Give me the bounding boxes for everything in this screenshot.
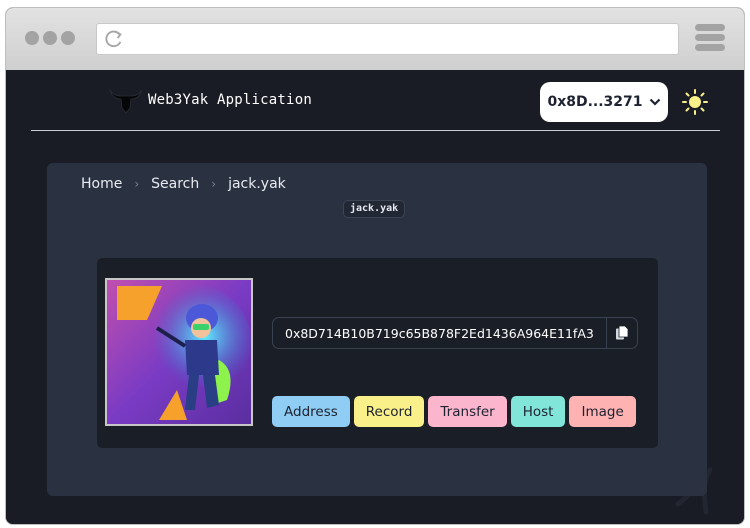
breadcrumb-search[interactable]: Search	[151, 176, 199, 192]
avatar	[105, 278, 253, 426]
browser-toolbar	[6, 8, 744, 70]
tab-image[interactable]: Image	[569, 396, 636, 427]
record-tabs: Address Record Transfer Host Image	[272, 396, 636, 427]
profile-panel: Address Record Transfer Host Image	[97, 258, 658, 448]
domain-card: Home › Search › jack.yak jack.yak 0x8D71…	[47, 163, 707, 496]
window-dot[interactable]	[25, 31, 39, 45]
app-page: Web3Yak Application 0x8D...3271 Home › S…	[6, 70, 744, 524]
domain-name-badge: jack.yak	[343, 200, 406, 218]
avatar-image	[107, 280, 251, 424]
window-dot[interactable]	[61, 31, 75, 45]
app-title: Web3Yak Application	[148, 92, 312, 108]
breadcrumb-separator: ›	[134, 177, 140, 191]
tab-record[interactable]: Record	[353, 396, 425, 427]
breadcrumb-current: jack.yak	[228, 176, 286, 192]
reload-icon[interactable]	[103, 28, 125, 50]
app-header: Web3Yak Application 0x8D...3271	[31, 70, 720, 131]
wallet-address-label: 0x8D...3271	[547, 94, 643, 110]
tab-host[interactable]: Host	[510, 396, 566, 427]
address-field[interactable]	[273, 318, 606, 348]
yak-watermark-icon	[675, 467, 713, 515]
browser-window: Web3Yak Application 0x8D...3271 Home › S…	[5, 7, 745, 525]
breadcrumb-home[interactable]: Home	[81, 176, 122, 192]
breadcrumb: Home › Search › jack.yak	[81, 176, 286, 192]
chevron-down-icon	[649, 98, 660, 106]
copy-icon	[616, 325, 629, 340]
hamburger-menu-icon[interactable]	[695, 24, 725, 54]
wallet-account-button[interactable]: 0x8D...3271	[540, 82, 668, 122]
sun-icon[interactable]	[682, 89, 708, 115]
tab-transfer[interactable]: Transfer	[428, 396, 507, 427]
url-bar[interactable]	[96, 23, 679, 55]
tab-address[interactable]: Address	[272, 396, 350, 427]
address-field-group	[272, 317, 638, 349]
yak-logo-icon	[109, 89, 143, 114]
breadcrumb-separator: ›	[211, 177, 217, 191]
window-dot[interactable]	[43, 31, 57, 45]
copy-address-button[interactable]	[606, 318, 637, 348]
